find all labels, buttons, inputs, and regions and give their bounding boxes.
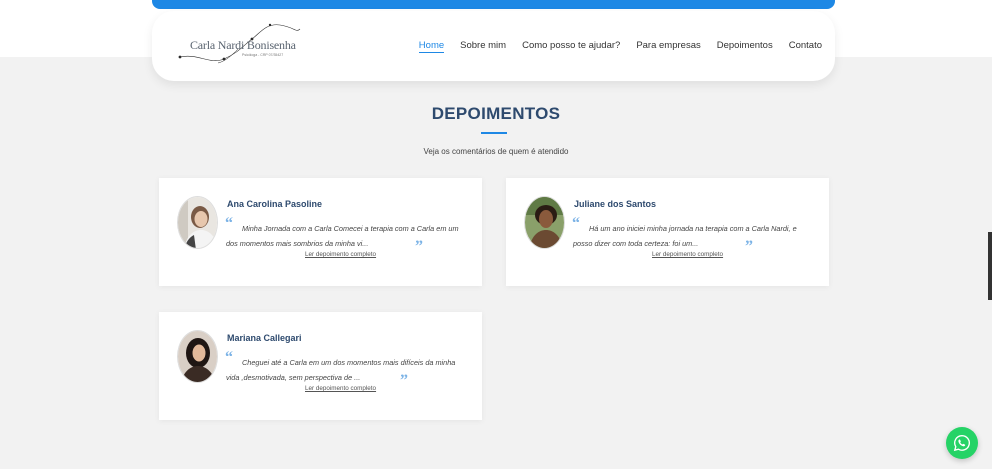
scrollbar-thumb[interactable]	[988, 232, 992, 300]
nav-depoimentos[interactable]: Depoimentos	[717, 40, 773, 53]
section-subtitle: Veja os comentários de quem é atendido	[423, 147, 569, 156]
nav-como-posso-ajudar[interactable]: Como posso te ajudar?	[522, 40, 620, 53]
nav-para-empresas[interactable]: Para empresas	[636, 40, 700, 53]
testimonial-author: Ana Carolina Pasoline	[227, 199, 323, 209]
testimonial-card: Ana Carolina Pasoline “ Minha Jornada co…	[159, 178, 482, 286]
brand-logo[interactable]: Carla Nardi Bonisenha Psicóloga - CRP 07…	[178, 19, 303, 69]
testimonial-text: Minha Jornada com a Carla Comecei a tera…	[226, 224, 459, 248]
title-underline	[481, 132, 507, 134]
avatar	[177, 196, 218, 249]
testimonial-author: Mariana Callegari	[227, 333, 302, 343]
whatsapp-button[interactable]	[946, 427, 978, 459]
testimonial-card: Juliane dos Santos “ Há um ano iniciei m…	[506, 178, 829, 286]
quote-close-icon: ”	[415, 238, 423, 255]
logo-subtitle: Psicóloga - CRP 07/35427	[242, 53, 284, 57]
nav-contato[interactable]: Contato	[789, 40, 822, 53]
nav-home[interactable]: Home	[418, 40, 445, 53]
avatar	[524, 196, 565, 249]
section-title: DEPOIMENTOS	[431, 104, 561, 123]
whatsapp-icon	[953, 434, 970, 452]
testimonial-card: Mariana Callegari “ Cheguei até a Carla …	[159, 312, 482, 420]
testimonial-text: Cheguei até a Carla em um dos momentos m…	[226, 358, 456, 382]
testimonial-author: Juliane dos Santos	[574, 199, 657, 209]
top-accent-bar	[152, 0, 835, 9]
quote-close-icon: ”	[400, 372, 408, 389]
read-more-link[interactable]: Ler depoimento completo	[305, 385, 376, 392]
read-more-link[interactable]: Ler depoimento completo	[652, 251, 723, 258]
site-header: Carla Nardi Bonisenha Psicóloga - CRP 07…	[152, 11, 835, 81]
main-nav: Home Sobre mim Como posso te ajudar? Par…	[418, 40, 822, 53]
nav-sobre-mim[interactable]: Sobre mim	[460, 40, 506, 53]
read-more-link[interactable]: Ler depoimento completo	[305, 251, 376, 258]
quote-close-icon: ”	[745, 238, 753, 255]
logo-text: Carla Nardi Bonisenha	[190, 38, 296, 52]
avatar	[177, 330, 218, 383]
testimonial-text: Há um ano iniciei minha jornada na terap…	[573, 224, 797, 248]
